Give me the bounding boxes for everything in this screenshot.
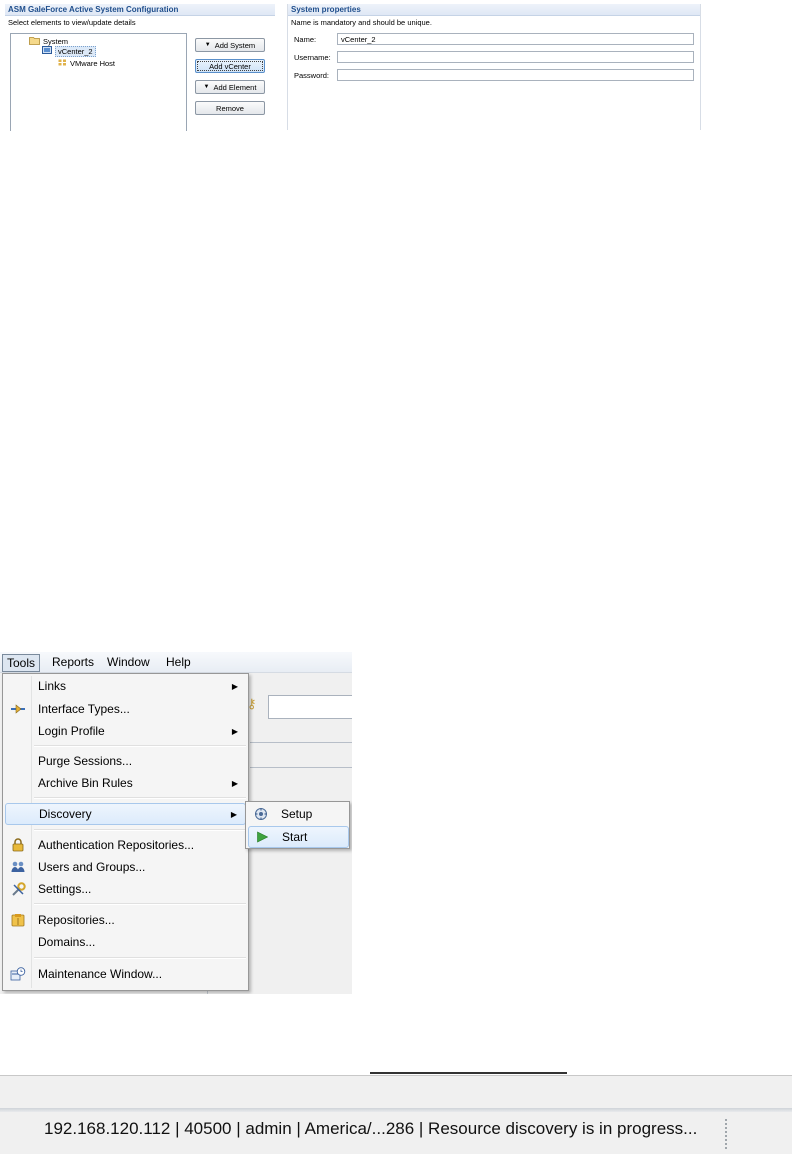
menu-reports[interactable]: Reports bbox=[48, 654, 98, 670]
password-label: Password: bbox=[294, 70, 330, 80]
divider bbox=[250, 742, 352, 743]
username-label: Username: bbox=[294, 52, 331, 62]
resize-grip-icon[interactable] bbox=[724, 1118, 728, 1150]
menu-help[interactable]: Help bbox=[162, 654, 195, 670]
divider bbox=[250, 767, 352, 768]
menu-item-purge-sessions[interactable]: Purge Sessions... bbox=[5, 750, 246, 772]
submenu-item-setup[interactable]: Setup bbox=[248, 803, 349, 825]
name-field[interactable] bbox=[337, 33, 694, 45]
system-properties-section: System properties Name is mandatory and … bbox=[287, 4, 701, 130]
name-row: Name: bbox=[294, 33, 694, 45]
menu-item-label: Users and Groups... bbox=[38, 860, 146, 874]
host-icon bbox=[58, 59, 67, 68]
discovery-submenu: Setup Start bbox=[245, 801, 350, 849]
element-tree[interactable]: System vCenter_2 VMware Host bbox=[10, 33, 187, 131]
menu-separator bbox=[34, 797, 246, 799]
menu-item-maintenance-window[interactable]: Maintenance Window... bbox=[5, 963, 246, 985]
config-section: ASM GaleForce Active System Configuratio… bbox=[5, 4, 275, 27]
properties-title: System properties bbox=[288, 4, 700, 16]
tree-node-vcenter[interactable]: vCenter_2 bbox=[42, 46, 96, 57]
button-label: Add System bbox=[214, 40, 256, 50]
menu-item-authentication-repositories[interactable]: Authentication Repositories... bbox=[5, 834, 246, 856]
button-label: Add Element bbox=[213, 82, 257, 92]
tree-node-label: VMware Host bbox=[70, 59, 116, 68]
maintenance-icon bbox=[10, 966, 26, 982]
menu-item-label: Purge Sessions... bbox=[38, 754, 133, 768]
password-field[interactable] bbox=[337, 69, 694, 81]
lock-icon bbox=[10, 837, 26, 853]
menu-item-label: Archive Bin Rules bbox=[38, 776, 133, 790]
tree-node-label: vCenter_2 bbox=[55, 46, 96, 57]
submenu-arrow-icon: ▶ bbox=[231, 778, 238, 788]
menu-item-label: Repositories... bbox=[38, 913, 115, 927]
menu-tools[interactable]: Tools bbox=[2, 654, 41, 672]
menu-item-settings[interactable]: Settings... bbox=[5, 878, 246, 900]
submenu-arrow-icon: ▶ bbox=[231, 726, 238, 736]
menu-item-repositories[interactable]: Repositories... bbox=[5, 909, 246, 931]
password-row: Password: bbox=[294, 69, 694, 81]
dropdown-arrow-icon: ▼ bbox=[204, 42, 211, 48]
add-element-button[interactable]: ▼ Add Element bbox=[195, 80, 265, 94]
background-input[interactable] bbox=[268, 695, 352, 719]
menu-item-users-and-groups[interactable]: Users and Groups... bbox=[5, 856, 246, 878]
status-bar-screenshot: 192.168.120.112 | 40500 | admin | Americ… bbox=[0, 1072, 792, 1154]
monitor-icon bbox=[42, 46, 52, 57]
add-system-button[interactable]: ▼ Add System bbox=[195, 38, 265, 52]
button-label: Add vCenter bbox=[209, 61, 251, 71]
submenu-arrow-icon: ▶ bbox=[230, 809, 237, 819]
menu-separator bbox=[34, 745, 246, 747]
asm-config-panel: ASM GaleForce Active System Configuratio… bbox=[0, 0, 702, 131]
submenu-item-start[interactable]: Start bbox=[248, 826, 349, 848]
menu-item-archive-bin-rules[interactable]: Archive Bin Rules ▶ bbox=[5, 772, 246, 794]
setup-icon bbox=[253, 806, 269, 822]
divider bbox=[0, 1108, 792, 1112]
menu-separator bbox=[34, 829, 246, 831]
remove-button[interactable]: Remove bbox=[195, 101, 265, 115]
menu-item-label: Login Profile bbox=[38, 724, 105, 738]
menubar: Tools Reports Window Help bbox=[0, 652, 352, 673]
username-field[interactable] bbox=[337, 51, 694, 63]
properties-note: Name is mandatory and should be unique. bbox=[291, 18, 432, 27]
divider bbox=[370, 1072, 567, 1078]
menu-item-label: Settings... bbox=[38, 882, 92, 896]
username-row: Username: bbox=[294, 51, 694, 63]
menu-separator bbox=[34, 957, 246, 959]
menu-item-domains[interactable]: Domains... bbox=[5, 931, 246, 953]
config-subtitle: Select elements to view/update details bbox=[8, 18, 136, 27]
menu-separator bbox=[34, 903, 246, 905]
menu-item-discovery[interactable]: Discovery ▶ bbox=[5, 803, 246, 825]
menu-item-label: Maintenance Window... bbox=[38, 967, 163, 981]
menu-item-label: Links bbox=[38, 679, 67, 693]
menu-item-label: Setup bbox=[281, 807, 313, 821]
dropdown-arrow-icon: ▼ bbox=[203, 84, 210, 90]
button-label: Remove bbox=[216, 103, 244, 113]
status-bar-text: 192.168.120.112 | 40500 | admin | Americ… bbox=[44, 1119, 698, 1138]
menu-item-links[interactable]: Links ▶ bbox=[5, 675, 246, 697]
menu-item-login-profile[interactable]: Login Profile ▶ bbox=[5, 720, 246, 742]
menu-item-label: Authentication Repositories... bbox=[38, 838, 195, 852]
name-label: Name: bbox=[294, 34, 317, 44]
tree-node-label: System bbox=[43, 37, 69, 46]
menu-item-label: Discovery bbox=[39, 807, 92, 821]
menu-item-label: Interface Types... bbox=[38, 702, 130, 716]
tools-dropdown-menu: Links ▶ Interface Types... Login Profile… bbox=[2, 673, 249, 991]
interface-icon bbox=[10, 701, 26, 717]
menu-window[interactable]: Window bbox=[103, 654, 154, 670]
submenu-arrow-icon: ▶ bbox=[231, 681, 238, 691]
menu-item-interface-types[interactable]: Interface Types... bbox=[5, 698, 246, 720]
menu-item-label: Domains... bbox=[38, 935, 96, 949]
menu-item-label: Start bbox=[282, 830, 308, 844]
add-vcenter-button[interactable]: Add vCenter bbox=[195, 59, 265, 73]
tree-node-vmware-host[interactable]: VMware Host bbox=[58, 59, 115, 68]
users-icon bbox=[10, 859, 26, 875]
repository-icon bbox=[10, 912, 26, 928]
settings-icon bbox=[10, 881, 26, 897]
config-title: ASM GaleForce Active System Configuratio… bbox=[5, 4, 275, 16]
tools-menu-screenshot: Tools Reports Window Help ⚷ Links ▶ Inte… bbox=[0, 652, 352, 994]
play-icon bbox=[254, 829, 270, 845]
folder-icon bbox=[29, 36, 40, 47]
